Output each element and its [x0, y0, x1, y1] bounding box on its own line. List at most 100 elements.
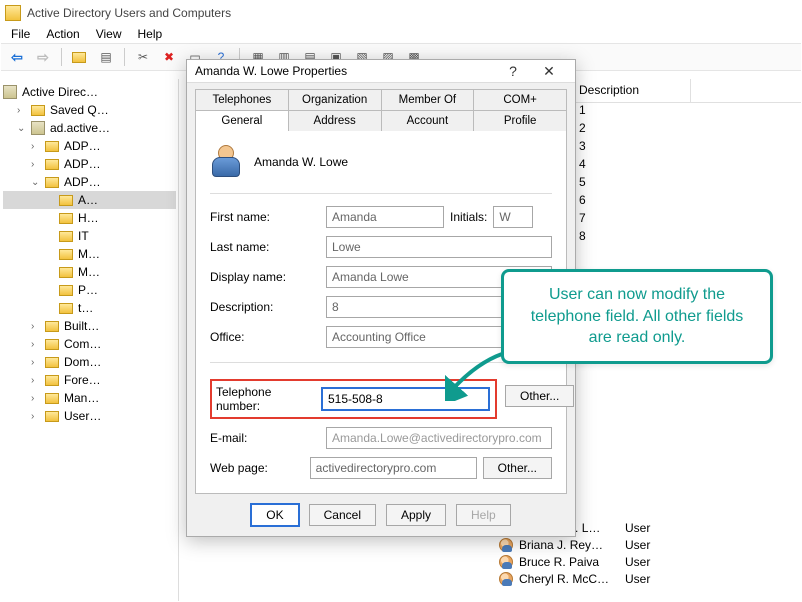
- tree-item[interactable]: ⌄ad.active…: [3, 119, 176, 137]
- description-cell[interactable]: 2: [571, 121, 651, 139]
- column-description[interactable]: Description: [571, 79, 691, 102]
- tree-item[interactable]: M…: [3, 263, 176, 281]
- menu-view[interactable]: View: [96, 27, 122, 41]
- description-cell[interactable]: 6: [571, 193, 651, 211]
- description-cell[interactable]: 4: [571, 157, 651, 175]
- dialog-titlebar[interactable]: Amanda W. Lowe Properties ? ✕: [187, 60, 575, 83]
- toolbar-divider: [124, 48, 125, 66]
- tree-pane[interactable]: Active Direc… ›Saved Q…⌄ad.active… › ADP… ›…: [1, 79, 179, 601]
- tree-label: Com…: [64, 337, 101, 351]
- delete-icon[interactable]: ✖: [159, 47, 179, 67]
- tab-memberof[interactable]: Member Of: [382, 89, 475, 110]
- up-folder-icon[interactable]: [70, 47, 90, 67]
- description-cell[interactable]: 3: [571, 139, 651, 157]
- tab-complus[interactable]: COM+: [474, 89, 567, 110]
- tree-item[interactable]: M…: [3, 245, 176, 263]
- tree-label: User…: [64, 409, 101, 423]
- menu-help[interactable]: Help: [138, 27, 163, 41]
- folder-icon: [59, 267, 73, 278]
- tree-label: IT: [78, 229, 89, 243]
- label-email: E-mail:: [210, 431, 320, 445]
- tree-item[interactable]: › Fore…: [3, 371, 176, 389]
- first-name-field[interactable]: [326, 206, 444, 228]
- chevron-right-icon[interactable]: ›: [31, 339, 43, 350]
- dialog-buttons: OK Cancel Apply Help: [187, 494, 575, 538]
- annotation-callout: User can now modify the telephone field.…: [501, 269, 773, 364]
- tree-item[interactable]: › ADP…: [3, 137, 176, 155]
- chevron-right-icon[interactable]: ›: [31, 321, 43, 332]
- folder-icon: [45, 357, 59, 368]
- tab-organization[interactable]: Organization: [289, 89, 382, 110]
- tree-item[interactable]: ›Saved Q…: [3, 101, 176, 119]
- folder-icon: [45, 411, 59, 422]
- back-icon[interactable]: ⇦: [7, 47, 27, 67]
- tab-telephones[interactable]: Telephones: [195, 89, 289, 110]
- cut-icon[interactable]: ✂: [133, 47, 153, 67]
- description-cell[interactable]: 7: [571, 211, 651, 229]
- user-icon: [499, 555, 513, 569]
- tab-address[interactable]: Address: [289, 110, 382, 131]
- tree-item[interactable]: ›Man…: [3, 389, 176, 407]
- user-name: Bruce R. Paiva: [519, 555, 619, 569]
- last-name-field[interactable]: [326, 236, 552, 258]
- chevron-right-icon[interactable]: ›: [17, 105, 29, 116]
- tree-item[interactable]: IT: [3, 227, 176, 245]
- tab-account[interactable]: Account: [382, 110, 475, 131]
- tree-label: Fore…: [64, 373, 101, 387]
- tree-item[interactable]: H…: [3, 209, 176, 227]
- folder-icon: [59, 213, 73, 224]
- telephone-field[interactable]: [322, 388, 489, 410]
- description-cell[interactable]: 1: [571, 103, 651, 121]
- dialog-help-icon[interactable]: ?: [495, 60, 531, 82]
- tree-item[interactable]: › Com…: [3, 335, 176, 353]
- description-cell[interactable]: 5: [571, 175, 651, 193]
- label-first-name: First name:: [210, 210, 320, 224]
- user-type: User: [625, 572, 650, 586]
- tab-general[interactable]: General: [195, 110, 289, 131]
- tree-root[interactable]: Active Direc…: [3, 83, 176, 101]
- chevron-down-icon[interactable]: ⌄: [31, 177, 43, 188]
- forward-icon: ⇨: [33, 47, 53, 67]
- tree-item[interactable]: P…: [3, 281, 176, 299]
- tree-item[interactable]: ›ADP…: [3, 155, 176, 173]
- user-icon: [499, 538, 513, 552]
- properties-icon[interactable]: ▤: [96, 47, 116, 67]
- initials-field[interactable]: [493, 206, 533, 228]
- list-item[interactable]: Bruce R. PaivaUser: [499, 553, 679, 570]
- cancel-button[interactable]: Cancel: [309, 504, 376, 526]
- chevron-right-icon[interactable]: ›: [31, 357, 43, 368]
- ok-button[interactable]: OK: [251, 504, 298, 526]
- chevron-right-icon[interactable]: ›: [31, 393, 43, 404]
- tree-item[interactable]: t…: [3, 299, 176, 317]
- chevron-right-icon[interactable]: ›: [31, 159, 43, 170]
- list-item[interactable]: Briana J. Rey…User: [499, 536, 679, 553]
- tree-item[interactable]: ⌄ ADP…: [3, 173, 176, 191]
- tree-label: ADP…: [64, 175, 101, 189]
- tree-label: ADP…: [64, 139, 101, 153]
- tree-item[interactable]: ›Built…: [3, 317, 176, 335]
- chevron-right-icon[interactable]: ›: [31, 375, 43, 386]
- tree-item[interactable]: A…: [3, 191, 176, 209]
- tree-item[interactable]: ›Dom…: [3, 353, 176, 371]
- menu-file[interactable]: File: [11, 27, 30, 41]
- webpage-field[interactable]: [310, 457, 477, 479]
- telephone-other-button[interactable]: Other...: [505, 385, 574, 407]
- tree-label: A…: [78, 193, 98, 207]
- close-icon[interactable]: ✕: [531, 60, 567, 82]
- display-name-header: Amanda W. Lowe: [254, 155, 348, 169]
- menu-action[interactable]: Action: [46, 27, 79, 41]
- chevron-right-icon[interactable]: ›: [31, 411, 43, 422]
- folder-icon: [45, 141, 59, 152]
- tree-label: M…: [78, 247, 100, 261]
- tab-profile[interactable]: Profile: [474, 110, 567, 131]
- folder-icon: [45, 393, 59, 404]
- chevron-right-icon[interactable]: ›: [31, 141, 43, 152]
- webpage-other-button[interactable]: Other...: [483, 457, 552, 479]
- chevron-down-icon[interactable]: ⌄: [17, 123, 29, 134]
- description-cell[interactable]: 8: [571, 229, 651, 247]
- tree-item[interactable]: › User…: [3, 407, 176, 425]
- email-field[interactable]: [326, 427, 552, 449]
- tree-label: H…: [78, 211, 99, 225]
- apply-button[interactable]: Apply: [386, 504, 446, 526]
- list-item[interactable]: Cheryl R. McC…User: [499, 570, 679, 587]
